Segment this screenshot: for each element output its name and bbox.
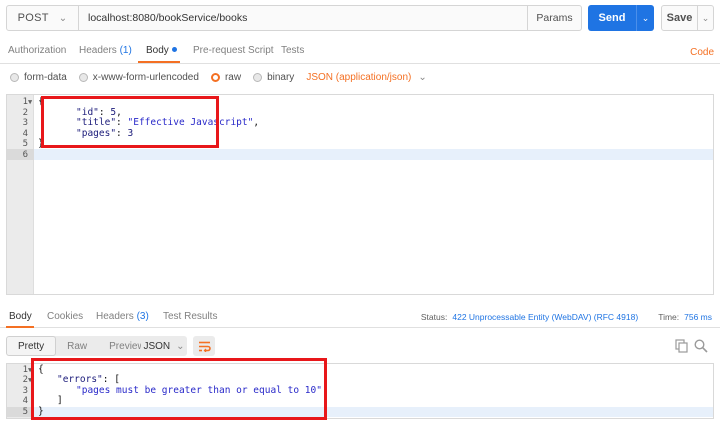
url-input[interactable]: localhost:8080/bookService/books — [79, 6, 527, 30]
line-number: 3 — [22, 385, 28, 396]
body-modified-dot-icon — [171, 47, 177, 52]
radio-label: x-www-form-urlencoded — [92, 71, 199, 83]
method-label: POST — [17, 12, 49, 24]
wrap-lines-icon — [198, 341, 211, 352]
tab-tests[interactable]: Tests — [281, 45, 304, 56]
tab-label: Body — [146, 45, 169, 56]
line-number: 5 — [22, 406, 28, 417]
active-tab-indicator — [138, 61, 180, 63]
time-value[interactable]: 756 ms — [684, 312, 712, 322]
send-label: Send — [598, 12, 626, 24]
line-number: 4 — [22, 128, 28, 139]
response-tabs: Body Cookies Headers (3) Test Results St… — [0, 306, 720, 328]
tab-test-results[interactable]: Test Results — [163, 311, 217, 322]
headers-count: (1) — [119, 45, 132, 56]
radio-circle-icon — [78, 72, 88, 82]
radio-selected-icon — [210, 72, 220, 82]
line-number: 5 — [22, 139, 28, 149]
radio-x-www-form-urlencoded[interactable]: x-www-form-urlencoded — [78, 71, 199, 83]
line-number: 6 — [22, 149, 28, 160]
highlight-box-response — [31, 358, 327, 420]
radio-label: binary — [267, 71, 295, 83]
send-button[interactable]: Send ⌄ — [588, 5, 654, 31]
code-link[interactable]: Code — [690, 47, 714, 58]
tab-response-body[interactable]: Body — [9, 311, 32, 322]
line-number: 3 — [22, 118, 28, 128]
body-type-options: form-data x-www-form-urlencoded raw bina… — [10, 69, 427, 85]
line-number: 1 — [22, 97, 28, 107]
radio-form-data[interactable]: form-data — [10, 72, 67, 83]
save-options-chevron-icon[interactable]: ⌄ — [697, 6, 713, 30]
tab-response-headers[interactable]: Headers (3) — [96, 311, 149, 322]
tab-headers[interactable]: Headers (1) — [79, 45, 132, 56]
copy-button[interactable] — [673, 338, 689, 354]
status-value[interactable]: 422 Unprocessable Entity (WebDAV) (RFC 4… — [452, 312, 638, 322]
content-type-select[interactable]: JSON (application/json) ⌄ — [306, 72, 426, 83]
line-number: 1 — [22, 364, 28, 375]
method-select[interactable]: POST ⌄ — [7, 6, 79, 30]
request-url-bar: POST ⌄ localhost:8080/bookService/books … — [6, 5, 582, 31]
tab-label: Pre-request Script — [193, 45, 274, 56]
search-button[interactable] — [693, 338, 709, 354]
tab-body[interactable]: Body — [146, 45, 177, 56]
tab-label: Headers — [96, 311, 134, 322]
active-tab-indicator — [6, 326, 34, 328]
format-label: JSON — [143, 340, 171, 352]
response-status: Status: 422 Unprocessable Entity (WebDAV… — [421, 312, 712, 322]
radio-label: raw — [224, 71, 242, 83]
tab-label: Tests — [281, 45, 305, 56]
save-label: Save — [666, 12, 693, 24]
chevron-down-icon: ⌄ — [418, 71, 427, 83]
highlight-box-request — [41, 96, 219, 148]
request-tabs: Authorization Headers (1) Body Pre-reque… — [0, 40, 720, 64]
copy-icon — [674, 339, 688, 353]
tab-cookies[interactable]: Cookies — [47, 311, 83, 322]
headers-count: (3) — [136, 311, 149, 322]
radio-raw[interactable]: raw — [210, 71, 242, 83]
content-type-label: JSON (application/json) — [306, 71, 412, 83]
time-label: Time: — [658, 312, 680, 322]
tab-label: Test Results — [163, 311, 218, 322]
tab-label: Authorization — [8, 45, 67, 56]
response-format-select[interactable]: JSON ⌄ — [141, 336, 187, 356]
view-mode-toggle: Pretty Raw Preview — [6, 336, 156, 356]
radio-circle-icon — [10, 72, 19, 82]
tab-pre-request-script[interactable]: Pre-request Script — [193, 45, 274, 56]
line-number: 2 — [22, 107, 28, 118]
line-number: 2 — [22, 375, 28, 385]
params-button[interactable]: Params — [527, 6, 581, 30]
view-pretty-button[interactable]: Pretty — [6, 336, 57, 356]
view-raw-button[interactable]: Raw — [56, 336, 98, 356]
chevron-down-icon: ⌄ — [58, 12, 68, 24]
radio-binary[interactable]: binary — [253, 72, 294, 83]
active-line-highlight — [34, 149, 713, 160]
tab-label: Headers — [79, 45, 117, 56]
chevron-down-icon: ⌄ — [176, 340, 185, 352]
radio-label: form-data — [24, 71, 67, 83]
tab-authorization[interactable]: Authorization — [8, 45, 66, 56]
send-options-chevron-icon[interactable]: ⌄ — [636, 5, 654, 31]
line-number: 4 — [22, 396, 28, 406]
wrap-lines-button[interactable] — [193, 336, 215, 356]
search-icon — [694, 339, 708, 353]
status-label: Status: — [420, 312, 448, 322]
tab-label: Body — [9, 311, 32, 322]
fold-arrow-icon[interactable]: ▼ — [28, 97, 32, 108]
save-button[interactable]: Save ⌄ — [661, 5, 714, 31]
tab-label: Cookies — [47, 311, 84, 322]
radio-circle-icon — [253, 72, 263, 82]
